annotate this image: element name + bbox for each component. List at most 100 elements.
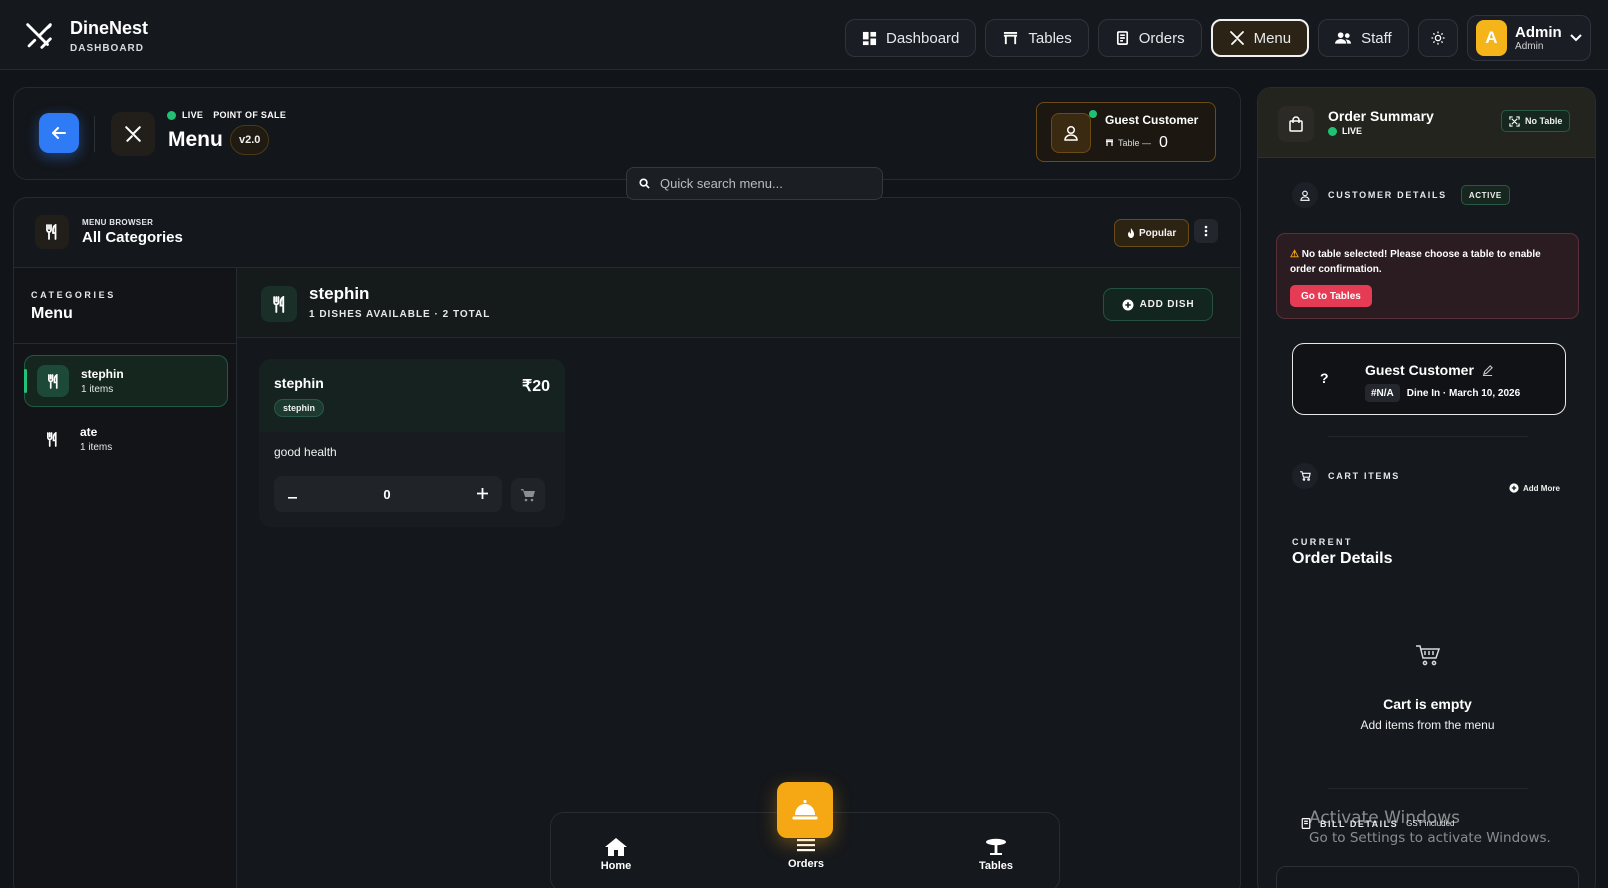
brand[interactable]: DineNest DASHBOARD [22,18,148,54]
menu-icon-box [111,112,155,156]
search-input[interactable]: Quick search menu... [626,167,883,200]
nav-tables-button[interactable]: Tables [985,19,1089,57]
warning-icon: ⚠ [1290,249,1299,260]
nav-dashboard-button[interactable]: Dashboard [845,19,977,57]
fork-knife-icon-box [35,215,69,249]
nav-label: Staff [1361,29,1392,47]
increment-button[interactable] [476,486,488,502]
nav-staff-button[interactable]: Staff [1318,19,1409,57]
customer-details-section: CUSTOMER DETAILS ACTIVE [1292,182,1510,208]
live-dot [167,110,176,120]
version-badge: v2.0 [230,125,270,155]
dish-list-area: stephin 1 DISHES AVAILABLE · 2 TOTAL ADD… [237,268,1240,888]
current-caption: CURRENT [1292,537,1353,547]
bottom-nav-label: Home [600,860,632,872]
add-more-button[interactable]: Add More [1509,483,1560,493]
table-icon [956,838,1036,856]
plus-circle-icon [1509,483,1519,493]
nav-label: Dashboard [886,29,960,47]
add-more-label: Add More [1523,483,1560,493]
divider [1328,436,1528,437]
live-indicator: LIVE [1328,126,1362,136]
sidebar-item-ate[interactable]: ate 1 items [24,413,228,465]
dish-card[interactable]: stephin ₹20 stephin good health 0 [259,359,565,527]
table-icon [1105,139,1114,147]
search-icon [639,178,650,189]
search-placeholder: Quick search menu... [660,176,783,191]
alert-message-row: ⚠ No table selected! Please choose a tab… [1290,247,1565,277]
dish-card-header: stephin ₹20 stephin [259,359,565,432]
service-bell-icon [792,799,818,821]
user-menu-button[interactable]: A Admin Admin [1466,15,1591,61]
user-icon-box [1051,113,1091,153]
flame-icon [1127,228,1135,238]
nav-label: Orders [1138,29,1185,47]
dish-tag: stephin [274,399,325,417]
fork-knife-icon [46,431,59,447]
live-label: LIVE [1342,126,1363,136]
guest-customer-card[interactable]: Guest Customer Table — 0 [1036,102,1216,162]
customer-card[interactable]: ? Guest Customer #N/A Dine In · March 10… [1292,343,1566,415]
cart-icon-box [1292,463,1318,489]
add-to-cart-button[interactable] [511,478,545,512]
user-icon [1300,190,1310,201]
cart-icon [1299,471,1311,481]
customer-name: Guest Customer [1365,362,1474,378]
cart-icon [521,488,535,502]
more-options-button[interactable] [1194,219,1218,243]
decrement-button[interactable] [288,486,297,502]
watermark-line-2: Go to Settings to activate Windows. [1309,830,1551,846]
active-badge: ACTIVE [1460,185,1510,205]
order-summary-title: Order Summary [1328,108,1434,124]
category-name: stephin [81,367,124,381]
sidebar-item-stephin[interactable]: stephin 1 items [24,355,228,407]
add-dish-button[interactable]: ADD DISH [1103,288,1213,321]
back-button[interactable] [39,113,79,153]
utensils-icon [1229,30,1245,46]
sidebar-header: CATEGORIES Menu [14,268,236,344]
popular-label: Popular [1139,227,1177,239]
receipt-icon [1115,30,1130,46]
watermark-line-1: Activate Windows [1309,808,1460,828]
activate-windows-watermark: Activate Windows Go to Settings to activ… [1309,808,1551,846]
bottom-nav-orders[interactable]: Orders [766,838,846,870]
fork-knife-icon-box [36,423,68,455]
order-meta: Dine In · March 10, 2026 [1406,387,1521,399]
alert-message: No table selected! Please choose a table… [1290,249,1541,275]
bottom-nav-home[interactable]: Home [576,838,656,872]
theme-toggle-button[interactable] [1417,19,1458,57]
bottom-nav-tables[interactable]: Tables [956,838,1036,872]
user-name: Admin [1515,24,1562,41]
dish-name: stephin [274,375,324,391]
pencil-icon[interactable] [1482,364,1493,376]
category-count: 1 items [80,442,113,453]
plus-circle-icon [1122,299,1134,311]
live-label: LIVE [182,110,204,120]
table-label: Table — [1118,138,1152,148]
brand-name: DineNest [70,18,149,38]
main-nav: Dashboard Tables Orders Menu Staff A Adm… [845,15,1591,61]
nav-menu-button[interactable]: Menu [1210,19,1310,57]
user-icon-box [1292,182,1318,208]
go-to-tables-button[interactable]: Go to Tables [1290,285,1372,307]
utensils-logo-icon [22,19,56,53]
service-bell-button[interactable] [777,782,833,838]
guest-name: Guest Customer [1105,113,1199,127]
section-title: CUSTOMER DETAILS [1328,190,1447,200]
utensils-icon [124,125,142,143]
category-title: stephin [309,284,370,303]
popular-button[interactable]: Popular [1114,219,1190,247]
add-dish-label: ADD DISH [1139,299,1195,310]
bottom-nav-label: Orders [787,858,825,870]
more-vertical-icon [1204,225,1208,237]
sidebar-caption: CATEGORIES [31,290,116,300]
browser-label: MENU BROWSER [82,218,154,227]
section-title: CART ITEMS [1328,471,1400,481]
chevron-down-icon [1570,34,1582,42]
nav-orders-button[interactable]: Orders [1097,19,1202,57]
customer-meta: #N/A Dine In · March 10, 2026 [1365,384,1520,402]
customer-name-row: Guest Customer [1365,362,1493,378]
order-summary-header: Order Summary LIVE No Table [1258,88,1595,158]
sidebar-title: Menu [31,305,73,322]
list-icon [766,838,846,854]
